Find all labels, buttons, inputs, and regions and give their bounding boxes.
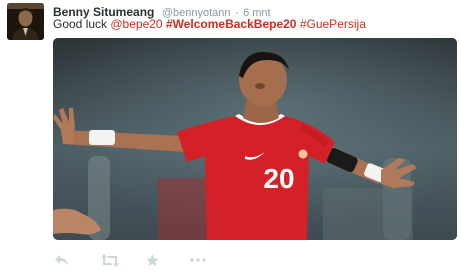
jersey-number: 20 — [263, 163, 294, 194]
tweet-photo[interactable]: 20 — [53, 38, 457, 240]
avatar[interactable] — [7, 3, 44, 40]
retweet-icon — [101, 253, 119, 267]
more-icon — [190, 258, 206, 262]
hashtag-link-guepersija[interactable]: #GuePersija — [300, 17, 366, 31]
reply-icon — [55, 255, 68, 265]
favorite-button[interactable] — [146, 253, 159, 267]
more-button[interactable] — [190, 258, 206, 262]
star-icon — [146, 253, 159, 266]
tweet-text-prefix: Good luck — [53, 17, 111, 31]
reply-button[interactable] — [55, 254, 69, 266]
tweet-text: Good luck @bepe20 #WelcomeBackBepe20 #Gu… — [53, 17, 366, 31]
mention-link[interactable]: @bepe20 — [110, 17, 162, 31]
tweet: Benny Situmeang @bennyotann · 6 mnt Good… — [0, 0, 461, 274]
tweet-actions — [53, 252, 206, 268]
hashtag-link-welcomeback[interactable]: #WelcomeBackBepe20 — [166, 17, 297, 31]
retweet-button[interactable] — [101, 253, 119, 267]
tweet-header: Benny Situmeang @bennyotann · 6 mnt — [53, 3, 271, 19]
